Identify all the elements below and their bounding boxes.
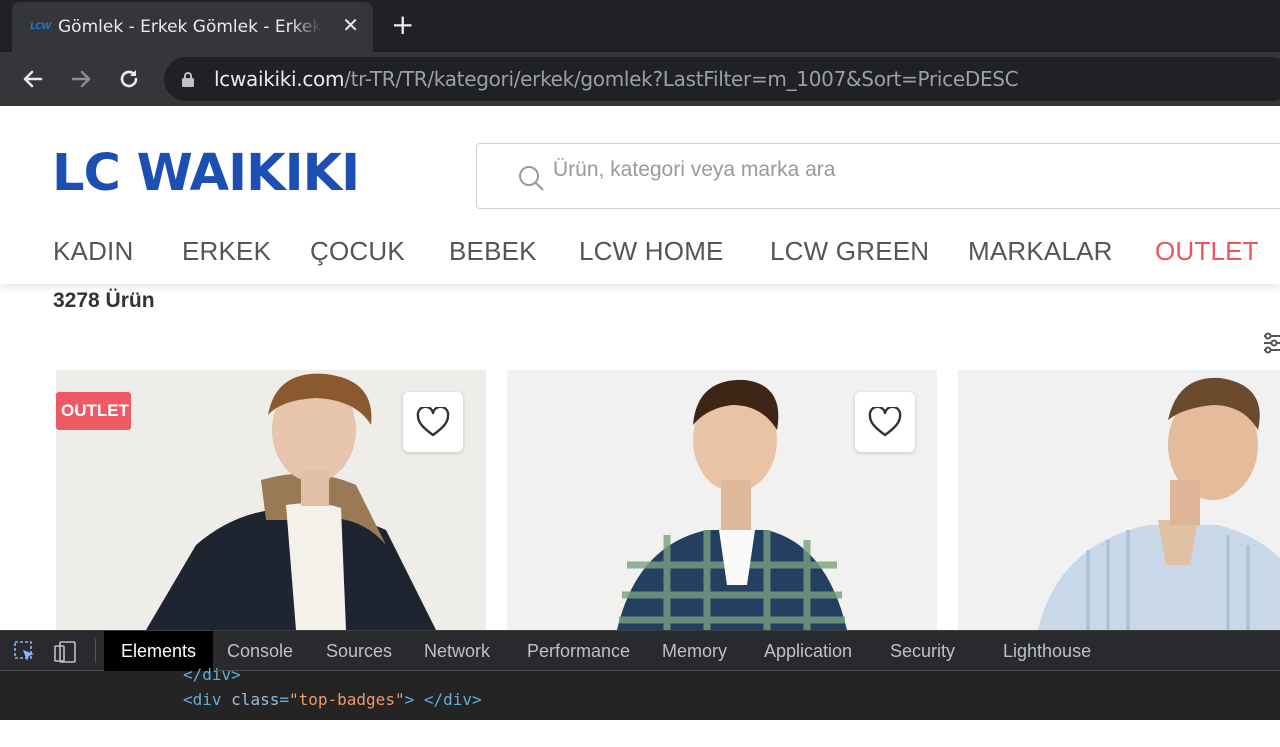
heart-icon bbox=[868, 407, 902, 437]
product-card[interactable] bbox=[507, 370, 937, 630]
inspect-element-icon[interactable] bbox=[14, 641, 36, 663]
product-image bbox=[958, 370, 1280, 630]
search-box[interactable] bbox=[476, 143, 1280, 209]
url-path: /tr-TR/TR/kategori/erkek/gomlek?LastFilt… bbox=[344, 67, 1019, 91]
favorite-button[interactable] bbox=[855, 392, 915, 452]
devtools-separator bbox=[95, 639, 96, 663]
code-closing-tag: </div> bbox=[183, 665, 241, 684]
code-line[interactable]: </div> bbox=[183, 665, 241, 684]
tab-network[interactable]: Network bbox=[407, 631, 507, 671]
tab-performance[interactable]: Performance bbox=[510, 631, 647, 671]
product-count: 3278 Ürün bbox=[53, 289, 155, 312]
lcw-logo[interactable]: LC WAIKIKI bbox=[52, 144, 360, 204]
code-attr-name: class bbox=[231, 690, 280, 709]
tab-sources[interactable]: Sources bbox=[309, 631, 409, 671]
tab-memory[interactable]: Memory bbox=[645, 631, 744, 671]
url-host: lcwaikiki.com bbox=[214, 67, 345, 91]
close-tab-icon[interactable]: ✕ bbox=[342, 15, 359, 37]
tab-application[interactable]: Application bbox=[747, 631, 869, 671]
devtools-panel: Elements Console Sources Network Perform… bbox=[0, 630, 1280, 720]
browser-tabstrip: LCW Gömlek - Erkek Gömlek - Erkek Gömlek… bbox=[0, 0, 1280, 52]
forward-arrow-icon[interactable] bbox=[67, 65, 95, 93]
browser-toolbar: lcwaikiki.com/tr-TR/TR/kategori/erkek/go… bbox=[0, 52, 1280, 106]
code-tag-open: <div bbox=[183, 690, 232, 709]
new-tab-button[interactable]: + bbox=[391, 10, 414, 40]
search-input[interactable] bbox=[553, 158, 1153, 182]
filter-sliders-icon[interactable] bbox=[1262, 332, 1280, 356]
lcw-favicon-icon: LCW bbox=[30, 22, 51, 32]
back-arrow-icon[interactable] bbox=[19, 65, 47, 93]
nav-cocuk[interactable]: ÇOCUK bbox=[310, 236, 405, 267]
nav-kadin[interactable]: KADIN bbox=[53, 236, 133, 267]
code-attr-value: "top-badges" bbox=[288, 690, 405, 709]
nav-erkek[interactable]: ERKEK bbox=[182, 236, 271, 267]
product-card[interactable] bbox=[958, 370, 1280, 630]
url-text: lcwaikiki.com/tr-TR/TR/kategori/erkek/go… bbox=[214, 67, 1019, 91]
nav-lcw-green[interactable]: LCW GREEN bbox=[770, 236, 929, 267]
code-tag-close: > </div> bbox=[404, 690, 482, 709]
site-header: LC WAIKIKI KADIN ERKEK ÇOCUK BEBEK LCW H… bbox=[0, 106, 1280, 284]
nav-markalar[interactable]: MARKALAR bbox=[968, 236, 1113, 267]
nav-lcw-home[interactable]: LCW HOME bbox=[579, 236, 724, 267]
code-equals: = bbox=[279, 690, 289, 709]
favorite-button[interactable] bbox=[403, 392, 463, 452]
reload-icon[interactable] bbox=[115, 65, 143, 93]
product-card[interactable]: OUTLET bbox=[56, 370, 486, 630]
search-icon bbox=[519, 166, 544, 191]
browser-tab[interactable]: LCW Gömlek - Erkek Gömlek - Erkek Gömlek… bbox=[12, 2, 373, 52]
elements-tree: </div> <div class="top-badges"> </div> bbox=[0, 665, 1280, 721]
tab-title: Gömlek - Erkek Gömlek - Erkek Gömlek Mod… bbox=[58, 17, 322, 37]
tab-lighthouse[interactable]: Lighthouse bbox=[986, 631, 1108, 671]
device-toolbar-icon[interactable] bbox=[54, 641, 76, 663]
code-line[interactable]: <div class="top-badges"> </div> bbox=[183, 690, 482, 709]
nav-outlet[interactable]: OUTLET bbox=[1155, 236, 1259, 267]
page-content: LC WAIKIKI KADIN ERKEK ÇOCUK BEBEK LCW H… bbox=[0, 106, 1280, 630]
tab-security[interactable]: Security bbox=[873, 631, 972, 671]
lock-icon bbox=[182, 72, 194, 87]
nav-bebek[interactable]: BEBEK bbox=[449, 236, 537, 267]
address-bar[interactable]: lcwaikiki.com/tr-TR/TR/kategori/erkek/go… bbox=[164, 57, 1280, 101]
heart-icon bbox=[416, 407, 450, 437]
outlet-badge: OUTLET bbox=[56, 392, 131, 430]
